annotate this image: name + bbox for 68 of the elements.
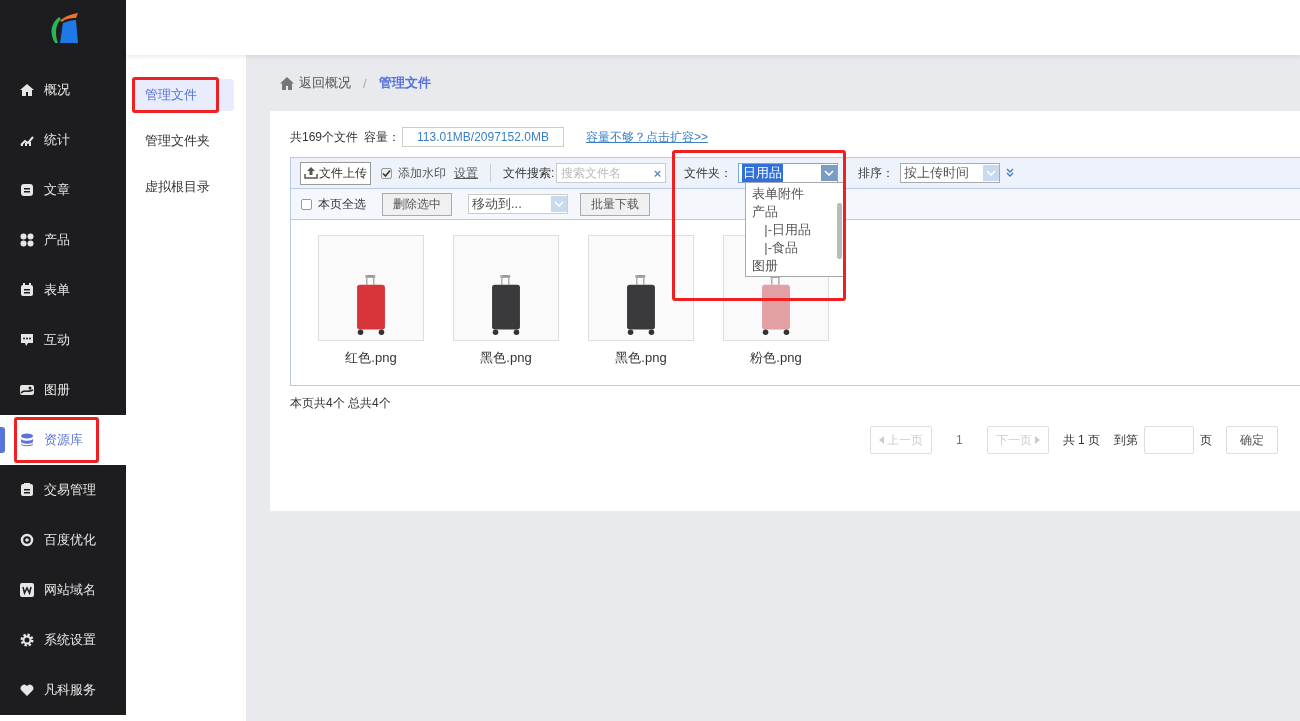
sort-label: 排序： <box>858 164 895 182</box>
file-name: 黑色.png <box>480 349 532 367</box>
chat-bubble-icon <box>20 333 34 347</box>
dropdown-option[interactable]: |-日用品 <box>752 221 812 239</box>
subnav-item[interactable]: 虚拟根目录 <box>132 171 234 203</box>
triangle-left-icon <box>878 436 884 444</box>
clipboard-icon <box>20 483 34 497</box>
chevron-down-icon <box>986 170 997 176</box>
check-icon <box>382 168 391 178</box>
product-photo[interactable] <box>453 235 559 341</box>
settings-link[interactable]: 设置 <box>454 164 478 182</box>
double-chevron-down-icon[interactable] <box>1006 168 1015 178</box>
sidebar-item[interactable]: 资源库 <box>0 415 126 465</box>
w-square-icon <box>20 583 34 597</box>
document-icon <box>20 183 34 197</box>
back-link[interactable]: 返回概况 <box>280 74 351 92</box>
home-icon <box>20 83 34 97</box>
checkbox[interactable] <box>301 198 312 210</box>
capacity-value: 113.01MB/2097152.0MB <box>402 127 564 147</box>
page-input[interactable] <box>1144 426 1194 454</box>
move-select[interactable]: 移动到... <box>468 194 568 214</box>
calendar-icon <box>20 283 34 297</box>
expand-capacity-link[interactable]: 容量不够？点击扩容>> <box>585 128 708 146</box>
subnav-item[interactable]: 管理文件夹 <box>132 125 234 157</box>
delete-button[interactable]: 删除选中 <box>382 192 452 216</box>
confirm-button[interactable]: 确定 <box>1226 426 1278 454</box>
scrollbar-thumb[interactable] <box>837 203 843 259</box>
grid-icon <box>20 233 34 247</box>
ring-icon <box>20 533 34 547</box>
select-all-option[interactable]: 本页全选 <box>301 195 366 213</box>
page-total: 共 1 页 <box>1062 431 1100 449</box>
breadcrumb-separator: / <box>363 75 367 91</box>
upload-button[interactable]: 文件上传 <box>300 161 371 185</box>
checkbox[interactable] <box>381 167 392 179</box>
file-name: 粉色.png <box>750 349 802 367</box>
file-name: 黑色.png <box>615 349 667 367</box>
active-indicator <box>0 427 5 453</box>
goto-label: 到第 <box>1114 431 1138 449</box>
gear-icon <box>20 633 34 647</box>
chevron-down-icon <box>824 170 835 176</box>
heart-icon <box>20 683 34 697</box>
page-number[interactable]: 1 <box>955 433 963 447</box>
file-name: 红色.png <box>345 349 397 367</box>
dropdown-option[interactable]: 表单附件 <box>752 185 805 203</box>
subnav-item[interactable]: 管理文件 <box>132 79 234 111</box>
breadcrumb-current: 管理文件 <box>378 74 431 92</box>
image-icon <box>20 383 34 397</box>
file-total: 本页共4个 总共4个 <box>290 395 392 412</box>
dropdown-option[interactable]: |-食品 <box>752 239 799 257</box>
chevron-down-icon <box>554 201 564 207</box>
download-button[interactable]: 批量下载 <box>580 192 650 216</box>
triangle-right-icon <box>1034 436 1040 444</box>
watermark-option[interactable]: 添加水印 <box>381 164 446 182</box>
folder-label: 文件夹： <box>684 164 733 182</box>
clear-button[interactable]: × <box>653 165 662 181</box>
dropdown-option[interactable]: 产品 <box>752 203 779 221</box>
search-field[interactable]: 搜索文件名 × <box>556 163 667 183</box>
capacity-label: 容量： <box>364 128 401 146</box>
product-photo[interactable] <box>588 235 694 341</box>
sort-select[interactable]: 按上传时间 <box>900 163 1001 183</box>
page-unit: 页 <box>1200 431 1212 449</box>
search-label: 文件搜索: <box>503 164 555 182</box>
file-count: 共169个文件 <box>290 128 359 146</box>
database-icon <box>20 433 34 447</box>
upload-icon <box>304 167 318 179</box>
dropdown-option[interactable]: 图册 <box>752 257 779 275</box>
folder-select[interactable]: 日用品 <box>738 163 839 183</box>
home-icon <box>280 76 294 90</box>
